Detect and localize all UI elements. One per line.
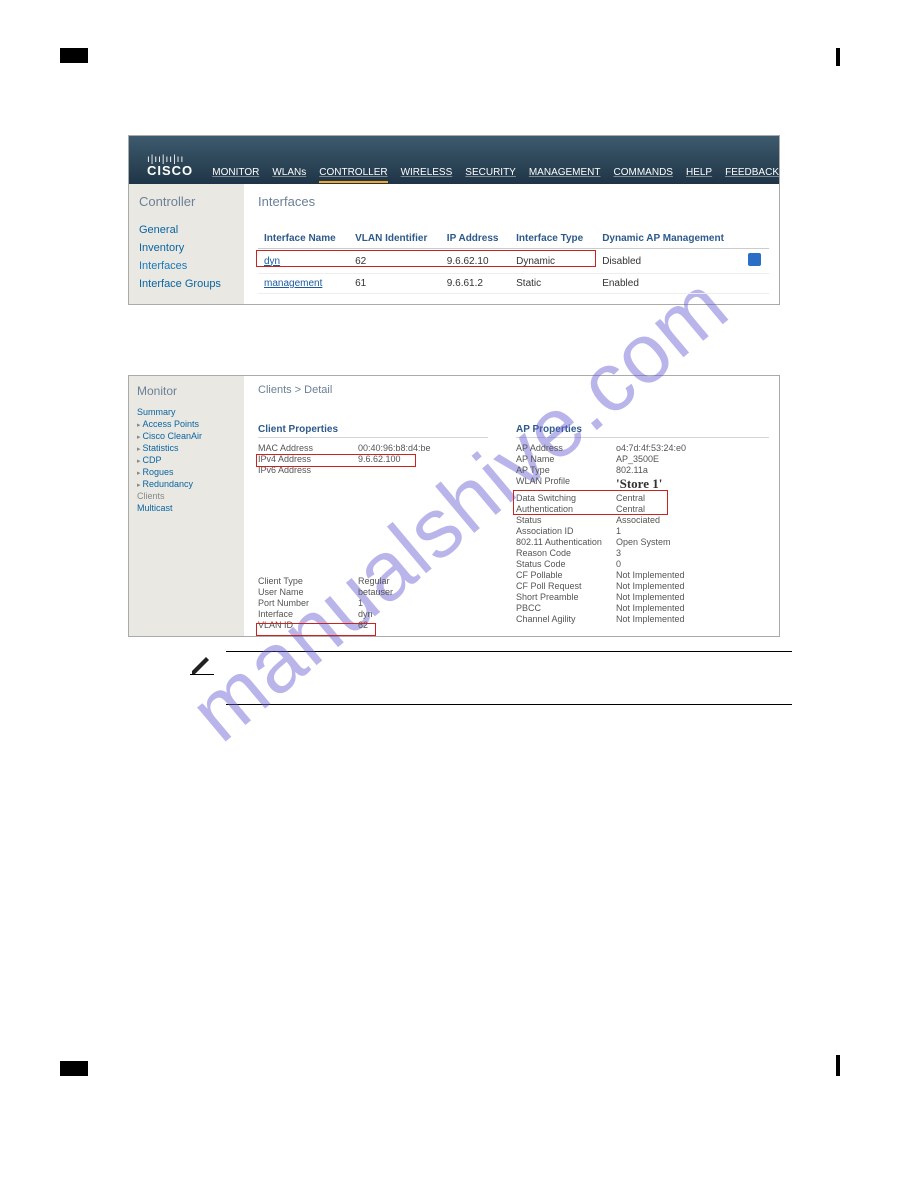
nav-wlans[interactable]: WLANs: [272, 167, 306, 178]
kv-channel-agility: Channel AgilityNot Implemented: [516, 613, 769, 624]
note-block: [190, 651, 792, 709]
sidebar-item-summary[interactable]: Summary: [137, 406, 244, 418]
cell-vlan: 62: [349, 249, 441, 274]
nav-monitor[interactable]: MONITOR: [212, 167, 259, 178]
sidebar-item-inventory[interactable]: Inventory: [139, 239, 244, 257]
kv-pbcc: PBCCNot Implemented: [516, 602, 769, 613]
client-properties-heading: Client Properties: [258, 424, 488, 438]
sidebar-title-monitor: Monitor: [137, 384, 244, 398]
row-action-button[interactable]: [748, 253, 761, 266]
page-title-client-detail: Clients > Detail: [258, 384, 769, 396]
kv-80211-auth: 802.11 AuthenticationOpen System: [516, 536, 769, 547]
cell-type: Dynamic: [510, 249, 596, 274]
cisco-header: ı|ıı|ıı|ıı CISCO MONITOR WLANs CONTROLLE…: [129, 136, 779, 184]
kv-status-code: Status Code0: [516, 558, 769, 569]
page-corner-tl: [60, 48, 88, 63]
col-interface-type: Interface Type: [510, 229, 596, 249]
kv-cf-pollable: CF PollableNot Implemented: [516, 569, 769, 580]
sidebar-item-interfaces[interactable]: Interfaces: [139, 257, 244, 275]
kv-vlan-id: VLAN ID62: [258, 619, 488, 630]
col-vlan-id: VLAN Identifier: [349, 229, 441, 249]
nav-help[interactable]: HELP: [686, 167, 712, 178]
nav-controller[interactable]: CONTROLLER: [319, 167, 387, 183]
kv-ipv4-address: IPv4 Address9.6.62.100: [258, 453, 488, 464]
monitor-sidebar: Monitor Summary Access Points Cisco Clea…: [129, 376, 244, 636]
ap-properties-column: AP Properties AP Addresso4:7d:4f:53:24:e…: [516, 424, 769, 630]
col-dynamic-ap-mgmt: Dynamic AP Management: [596, 229, 742, 249]
nav-management[interactable]: MANAGEMENT: [529, 167, 601, 178]
sidebar-item-rogues[interactable]: Rogues: [137, 466, 244, 478]
interfaces-main: Interfaces Interface Name VLAN Identifie…: [244, 184, 779, 304]
sidebar-item-multicast[interactable]: Multicast: [137, 502, 244, 514]
nav-commands[interactable]: COMMANDS: [614, 167, 673, 178]
sidebar-item-cdp[interactable]: CDP: [137, 454, 244, 466]
page-title-interfaces: Interfaces: [258, 194, 769, 209]
interfaces-table: Interface Name VLAN Identifier IP Addres…: [258, 229, 769, 294]
table-row: management 61 9.6.61.2 Static Enabled: [258, 274, 769, 294]
cell-ip: 9.6.62.10: [441, 249, 510, 274]
kv-cf-poll-request: CF Poll RequestNot Implemented: [516, 580, 769, 591]
cell-vlan: 61: [349, 274, 441, 294]
sidebar-item-general[interactable]: General: [139, 221, 244, 239]
cell-ip: 9.6.61.2: [441, 274, 510, 294]
kv-mac-address: MAC Address00:40:96:b8:d4:be: [258, 442, 488, 453]
link-management[interactable]: management: [264, 278, 322, 289]
kv-port-number: Port Number1: [258, 597, 488, 608]
cell-mgmt: Disabled: [596, 249, 742, 274]
kv-authentication: AuthenticationCentral: [516, 503, 769, 514]
cisco-logo-word: CISCO: [147, 163, 212, 178]
controller-sidebar: Controller General Inventory Interfaces …: [129, 184, 244, 304]
screenshot-client-detail: Monitor Summary Access Points Cisco Clea…: [128, 375, 780, 637]
client-properties-column: Client Properties MAC Address00:40:96:b8…: [258, 424, 488, 630]
sidebar-item-statistics[interactable]: Statistics: [137, 442, 244, 454]
client-detail-main: Clients > Detail Client Properties MAC A…: [244, 376, 779, 636]
screenshot-interfaces: ı|ıı|ıı|ıı CISCO MONITOR WLANs CONTROLLE…: [128, 135, 780, 305]
table-row: dyn 62 9.6.62.10 Dynamic Disabled: [258, 249, 769, 274]
kv-data-switching: Data SwitchingCentral: [516, 492, 769, 503]
kv-reason-code: Reason Code3: [516, 547, 769, 558]
kv-ipv6-address: IPv6 Address: [258, 464, 488, 475]
kv-short-preamble: Short PreambleNot Implemented: [516, 591, 769, 602]
nav-wireless[interactable]: WIRELESS: [401, 167, 453, 178]
sidebar-item-access-points[interactable]: Access Points: [137, 418, 244, 430]
kv-ap-address: AP Addresso4:7d:4f:53:24:e0: [516, 442, 769, 453]
note-icon: [190, 651, 216, 709]
sidebar-item-clients[interactable]: Clients: [137, 490, 244, 502]
sidebar-item-cleanair[interactable]: Cisco CleanAir: [137, 430, 244, 442]
kv-status: StatusAssociated: [516, 514, 769, 525]
nav-security[interactable]: SECURITY: [465, 167, 516, 178]
kv-association-id: Association ID1: [516, 525, 769, 536]
col-ip-address: IP Address: [441, 229, 510, 249]
note-separator-top: [226, 651, 792, 652]
sidebar-item-redundancy[interactable]: Redundancy: [137, 478, 244, 490]
kv-interface: Interfacedyn: [258, 608, 488, 619]
link-dyn[interactable]: dyn: [264, 256, 280, 267]
kv-wlan-profile: WLAN Profile'Store 1': [516, 475, 769, 492]
cisco-logo-bars: ı|ıı|ıı|ıı: [147, 156, 212, 163]
cell-type: Static: [510, 274, 596, 294]
page-corner-bl: [60, 1061, 88, 1076]
nav-feedback[interactable]: FEEDBACK: [725, 167, 779, 178]
ap-properties-heading: AP Properties: [516, 424, 769, 438]
page-content: ı|ıı|ıı|ıı CISCO MONITOR WLANs CONTROLLE…: [0, 0, 918, 1124]
col-interface-name: Interface Name: [258, 229, 349, 249]
kv-client-type: Client TypeRegular: [258, 575, 488, 586]
cell-mgmt: Enabled: [596, 274, 742, 294]
page-corner-tr: [836, 48, 840, 66]
kv-ap-type: AP Type802.11a: [516, 464, 769, 475]
cisco-top-nav: MONITOR WLANs CONTROLLER WIRELESS SECURI…: [212, 167, 779, 184]
kv-user-name: User Namebetauser: [258, 586, 488, 597]
sidebar-title: Controller: [139, 194, 244, 209]
cisco-logo: ı|ıı|ıı|ıı CISCO: [129, 152, 212, 184]
sidebar-item-interface-groups[interactable]: Interface Groups: [139, 275, 244, 293]
kv-ap-name: AP NameAP_3500E: [516, 453, 769, 464]
note-separator-bottom: [226, 704, 792, 705]
page-corner-br: [836, 1055, 840, 1076]
